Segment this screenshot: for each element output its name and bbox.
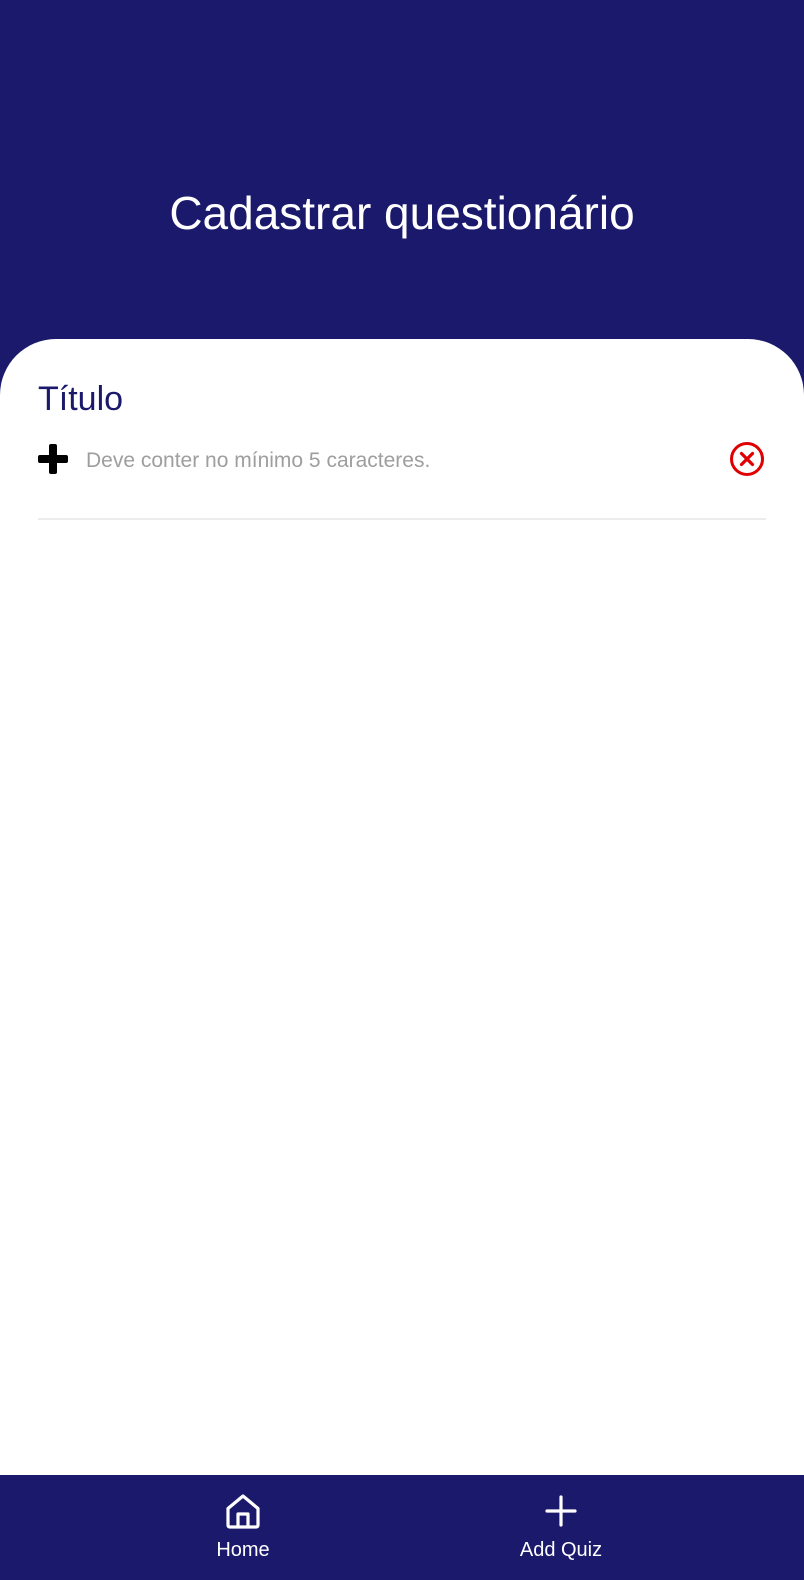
plus-icon <box>545 1495 577 1527</box>
form-card: Título <box>0 339 804 1475</box>
page-title: Cadastrar questionário <box>169 187 635 239</box>
bottom-nav: Home Add Quiz <box>0 1475 804 1580</box>
input-underline <box>38 518 766 520</box>
clear-circle-icon[interactable] <box>729 441 765 477</box>
nav-item-add-quiz[interactable]: Add Quiz <box>471 1475 651 1580</box>
nav-item-home[interactable]: Home <box>153 1475 333 1580</box>
nav-label-home: Home <box>216 1539 270 1561</box>
title-field-label: Título <box>38 380 124 418</box>
plus-icon <box>38 444 68 474</box>
nav-label-add-quiz: Add Quiz <box>519 1539 603 1561</box>
title-input[interactable] <box>86 439 706 483</box>
home-icon <box>226 1494 260 1529</box>
app-screen: Cadastrar questionário Título Home Ad <box>0 0 804 1580</box>
